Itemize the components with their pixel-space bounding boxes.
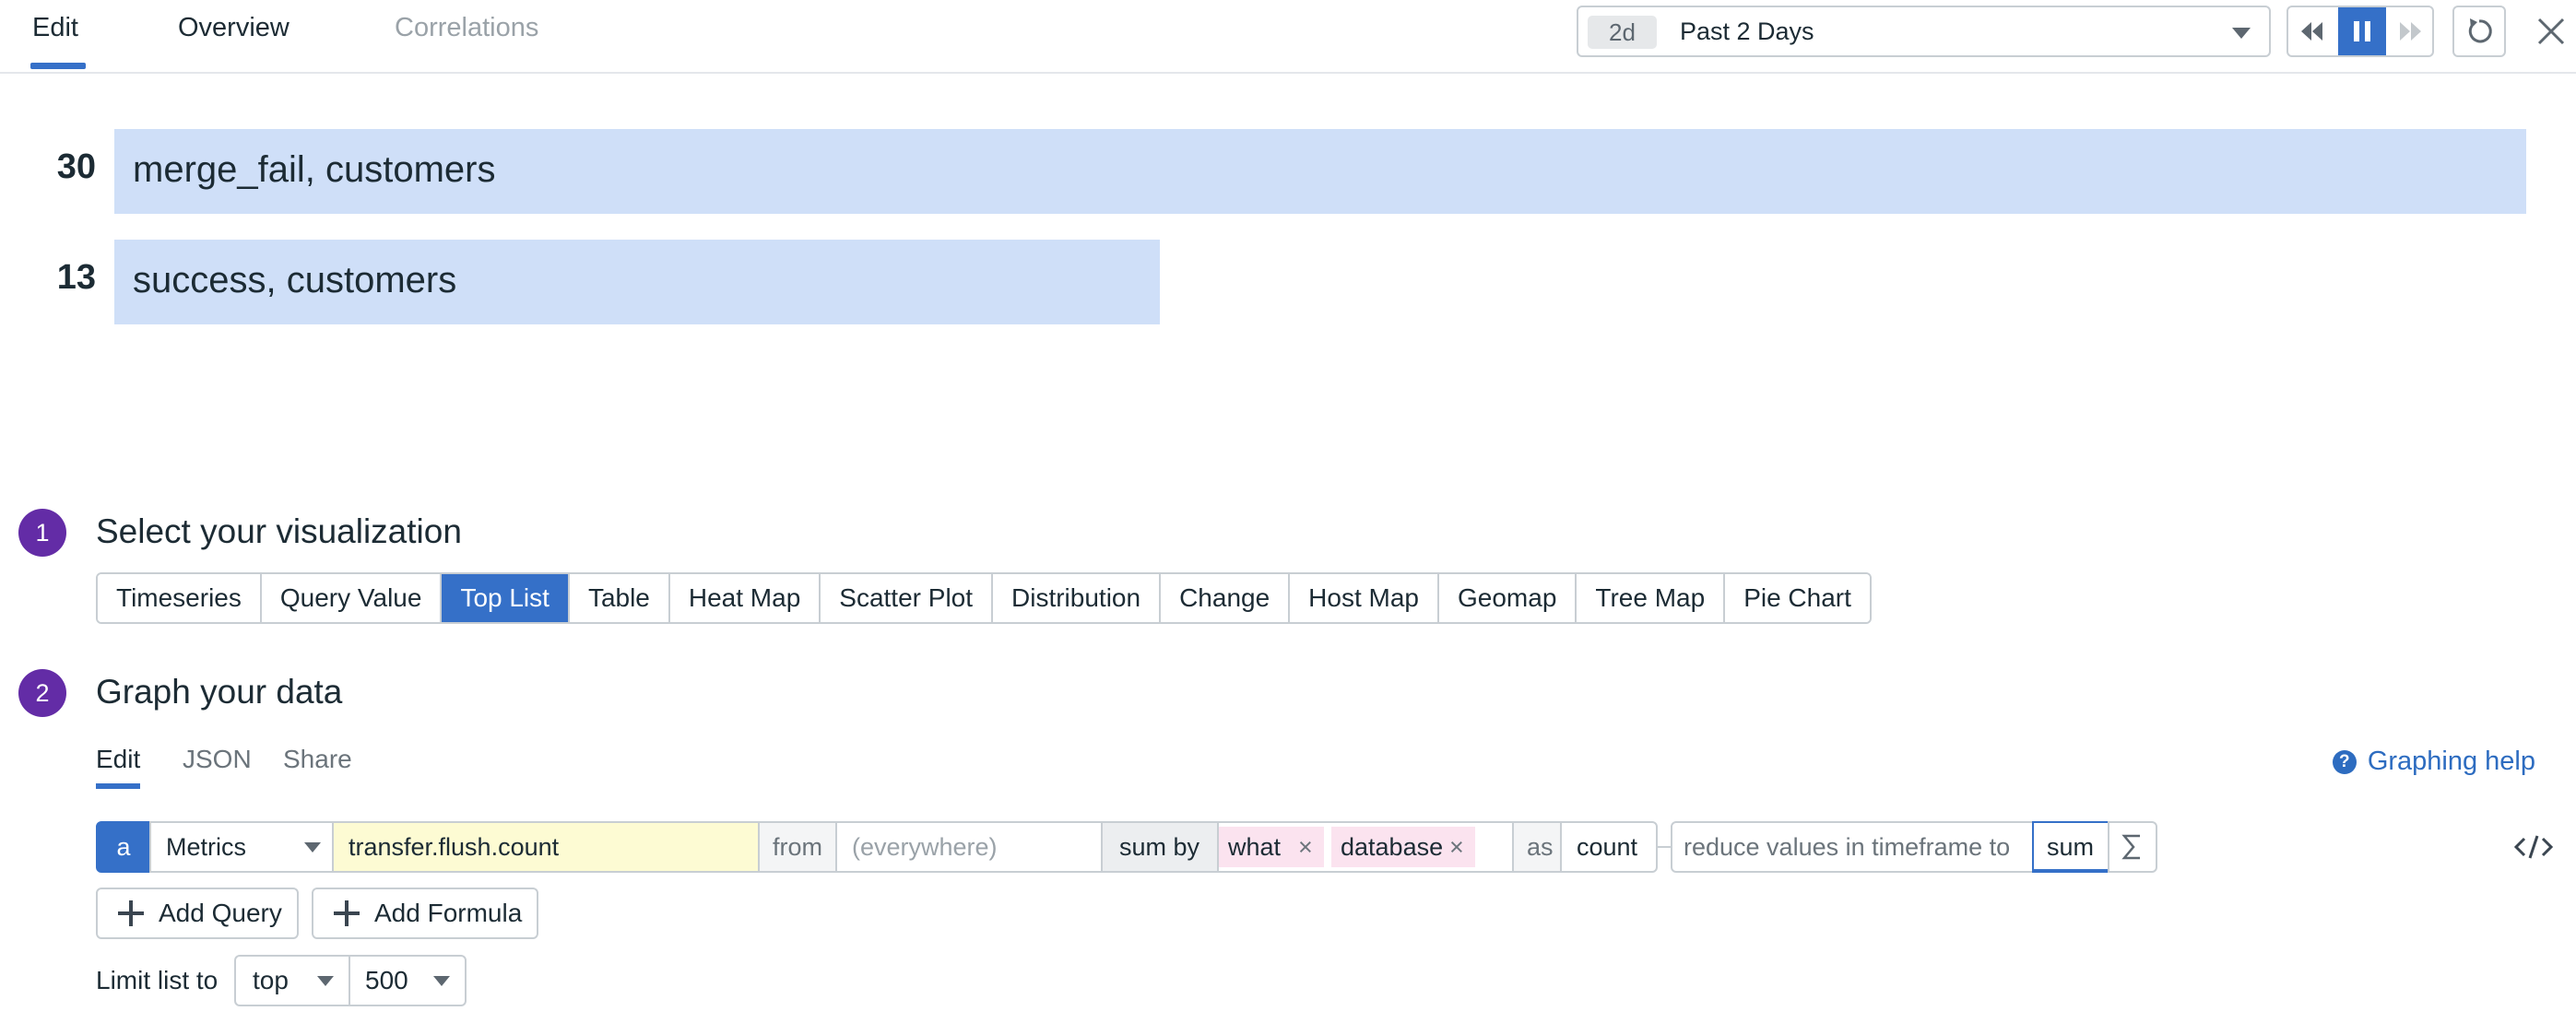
time-range-shortcut: 2d (1588, 16, 1657, 49)
as-type-select[interactable]: count (1560, 821, 1658, 873)
group-by-tag[interactable]: database × (1331, 827, 1475, 867)
viz-option-geomap[interactable]: Geomap (1439, 574, 1578, 622)
playback-controls (2286, 6, 2434, 57)
viz-option-query-value[interactable]: Query Value (261, 574, 443, 622)
top-bar: Edit Overview Correlations 2d Past 2 Day… (0, 0, 2576, 74)
group-by-tag[interactable]: what × (1219, 827, 1324, 867)
subtab-json[interactable]: JSON (183, 745, 252, 774)
data-source-value: Metrics (166, 833, 246, 861)
reduce-function-select[interactable]: sum (2032, 821, 2109, 873)
toplist-value: 13 (56, 258, 96, 297)
aggregation-select[interactable]: sum by (1101, 821, 1219, 873)
aggregation-value: sum by (1119, 833, 1200, 861)
limit-count-select[interactable]: 500 (349, 955, 467, 1006)
function-button[interactable] (2108, 821, 2157, 873)
add-formula-button[interactable]: Add Formula (312, 888, 538, 939)
limit-direction-value: top (253, 966, 289, 994)
add-query-label: Add Query (159, 899, 282, 927)
toplist-value: 30 (56, 147, 96, 186)
reset-icon (2468, 18, 2492, 43)
limit-direction-select[interactable]: top (234, 955, 350, 1006)
toplist-bar[interactable]: merge_fail, customers (114, 129, 2526, 214)
group-by-tag-label: database (1341, 833, 1444, 861)
add-formula-label: Add Formula (374, 899, 523, 927)
code-icon (2513, 835, 2554, 859)
viz-option-pie-chart[interactable]: Pie Chart (1725, 574, 1870, 622)
reduce-label: reduce values in timeframe to (1671, 821, 2034, 873)
plus-icon (334, 900, 360, 926)
close-icon[interactable]: × (1449, 827, 1464, 867)
group-by-tag-label: what (1228, 833, 1282, 861)
viz-option-timeseries[interactable]: Timeseries (98, 574, 262, 622)
fast-forward-icon (2400, 22, 2421, 41)
limit-label: Limit list to (96, 966, 219, 994)
reset-button[interactable] (2452, 6, 2506, 57)
rewind-button[interactable] (2288, 7, 2336, 55)
active-subtab-indicator (96, 783, 140, 789)
metric-input[interactable]: transfer.flush.count (332, 821, 760, 873)
tab-overview[interactable]: Overview (178, 13, 290, 43)
sigma-icon (2121, 834, 2140, 860)
group-by-input[interactable]: what × database × (1217, 821, 1514, 873)
chevron-down-icon (2232, 28, 2251, 39)
visualization-picker: Timeseries Query Value Top List Table Heat M… (96, 572, 1872, 624)
pause-button[interactable] (2338, 7, 2386, 55)
viz-option-scatter-plot[interactable]: Scatter Plot (821, 574, 994, 622)
toplist-bar[interactable]: success, customers (114, 240, 1160, 324)
chevron-down-icon (304, 842, 321, 852)
metric-value: transfer.flush.count (349, 833, 560, 861)
scope-input[interactable]: (everywhere) (835, 821, 1103, 873)
close-icon[interactable]: × (1298, 827, 1313, 867)
data-source-select[interactable]: Metrics (149, 821, 334, 873)
fast-forward-button[interactable] (2386, 7, 2432, 55)
query-letter[interactable]: a (96, 821, 151, 873)
toplist-label: merge_fail, customers (133, 149, 496, 190)
step-title: Select your visualization (96, 512, 462, 550)
time-range-selector[interactable]: 2d Past 2 Days (1577, 6, 2271, 57)
close-button[interactable] (2532, 12, 2570, 51)
viz-option-distribution[interactable]: Distribution (993, 574, 1162, 622)
tab-edit[interactable]: Edit (32, 13, 78, 43)
chevron-down-icon (317, 976, 334, 986)
code-toggle-button[interactable] (2510, 824, 2558, 870)
add-query-button[interactable]: Add Query (96, 888, 299, 939)
time-range-label: Past 2 Days (1680, 18, 1814, 45)
subtab-share[interactable]: Share (283, 745, 352, 774)
graphing-help-link[interactable]: ? Graphing help (2332, 747, 2535, 777)
scope-placeholder: (everywhere) (852, 833, 998, 861)
subtab-edit[interactable]: Edit (96, 745, 140, 774)
plus-icon (118, 900, 144, 926)
help-icon: ? (2332, 749, 2357, 774)
as-type-value: count (1577, 833, 1638, 861)
viz-option-heat-map[interactable]: Heat Map (669, 574, 821, 622)
graphing-help-label: Graphing help (2367, 747, 2535, 776)
as-label: as (1512, 821, 1562, 873)
from-label: from (758, 821, 837, 873)
viz-option-top-list[interactable]: Top List (442, 574, 570, 622)
connector-line (1658, 846, 1671, 848)
chevron-down-icon (433, 976, 450, 986)
rewind-icon (2301, 22, 2322, 41)
viz-option-change[interactable]: Change (1161, 574, 1291, 622)
viz-option-tree-map[interactable]: Tree Map (1577, 574, 1726, 622)
step-number-badge: 2 (18, 669, 66, 717)
pause-icon (2354, 21, 2370, 41)
viz-option-table[interactable]: Table (569, 574, 670, 622)
step-number-badge: 1 (18, 509, 66, 557)
toplist-label: success, customers (133, 260, 457, 300)
step-title: Graph your data (96, 673, 343, 711)
close-icon (2537, 18, 2565, 45)
active-tab-indicator (30, 63, 86, 69)
viz-option-host-map[interactable]: Host Map (1290, 574, 1439, 622)
limit-count-value: 500 (365, 966, 408, 994)
reduce-function-value: sum (2047, 833, 2095, 861)
tab-correlations[interactable]: Correlations (395, 13, 538, 43)
